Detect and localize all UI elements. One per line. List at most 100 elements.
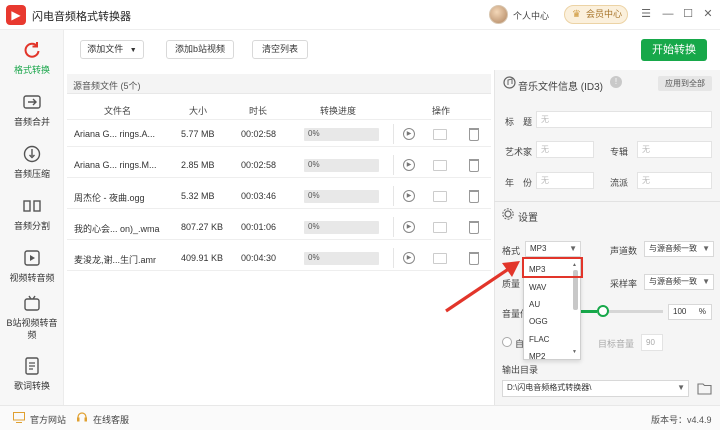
- folder-icon[interactable]: [433, 191, 447, 202]
- table-row[interactable]: Ariana G... rings.A... 5.77 MB 00:02:58 0% ▶: [67, 121, 491, 147]
- output-dir-select[interactable]: D:\闪电音频格式转换器\ ▼: [502, 380, 689, 397]
- file-size: 409.91 KB: [181, 253, 224, 263]
- vip-center-button[interactable]: ♛ 会员中心: [564, 5, 628, 24]
- file-list-title: 源音频文件 (5个): [73, 81, 141, 91]
- folder-icon[interactable]: [433, 160, 447, 171]
- play-icon[interactable]: ▶: [403, 221, 415, 233]
- gear-icon: [502, 208, 514, 220]
- maximize-icon[interactable]: ☐: [680, 6, 696, 22]
- volume-slider-handle[interactable]: [597, 305, 609, 317]
- sample-rate-select[interactable]: 与源音频一致 ▼: [644, 274, 714, 290]
- apply-all-button[interactable]: 应用到全部: [658, 76, 712, 91]
- sidebar-item-lyrics-convert[interactable]: 歌词转换: [0, 356, 64, 392]
- auto-volume-checkbox[interactable]: [502, 337, 512, 347]
- sidebar-item-label: 音频压缩: [13, 169, 50, 179]
- music-info-icon: [503, 76, 516, 89]
- column-duration: 时长: [249, 106, 268, 116]
- trash-icon[interactable]: [469, 159, 479, 172]
- year-field[interactable]: 无: [536, 172, 594, 189]
- output-dir-value: D:\闪电音频格式转换器\: [507, 383, 592, 392]
- volume-input[interactable]: 100 %: [668, 304, 712, 320]
- id3-header: 音乐文件信息 (ID3): [518, 82, 603, 93]
- file-size: 807.27 KB: [181, 222, 224, 232]
- sample-rate-select-value: 与源音频一致: [649, 277, 697, 286]
- column-divider: [393, 186, 394, 206]
- sidebar-item-audio-merge[interactable]: 音频合并: [0, 92, 64, 128]
- progress-bar: 0%: [304, 221, 379, 234]
- sample-rate-label: 采样率: [610, 279, 638, 289]
- info-icon[interactable]: !: [610, 76, 622, 88]
- lyrics-icon: [25, 357, 39, 375]
- play-icon[interactable]: ▶: [403, 128, 415, 140]
- file-name: Ariana G... rings.A...: [74, 129, 156, 139]
- file-duration: 00:02:58: [241, 129, 277, 139]
- sidebar-item-audio-split[interactable]: 音频分割: [0, 196, 64, 232]
- format-option-au[interactable]: AU: [529, 300, 540, 309]
- title-field[interactable]: 无: [536, 111, 712, 128]
- crown-icon: ♛: [572, 9, 581, 20]
- play-icon[interactable]: ▶: [403, 159, 415, 171]
- play-icon[interactable]: ▶: [403, 252, 415, 264]
- add-bilibili-video-button[interactable]: 添加b站视频: [166, 40, 234, 59]
- trash-icon[interactable]: [469, 221, 479, 234]
- file-size: 5.32 MB: [181, 191, 215, 201]
- table-row[interactable]: 我的心会... on)_.wma 807.27 KB 00:01:06 0% ▶: [67, 214, 491, 240]
- website-icon: [13, 412, 25, 423]
- format-option-ogg[interactable]: OGG: [529, 317, 548, 326]
- channels-select[interactable]: 与源音频一致 ▼: [644, 241, 714, 257]
- album-field[interactable]: 无: [637, 141, 712, 158]
- file-duration: 00:03:46: [241, 191, 277, 201]
- table-row[interactable]: 麦浚龙,谢...生门.amr 409.91 KB 00:04:30 0% ▶: [67, 245, 491, 271]
- year-label: 年 份: [505, 178, 533, 188]
- file-duration: 00:02:58: [241, 160, 277, 170]
- minimize-icon[interactable]: —: [660, 6, 676, 22]
- title-label: 标 题: [505, 117, 533, 127]
- user-center-link[interactable]: 个人中心: [513, 9, 549, 22]
- folder-icon[interactable]: [433, 129, 447, 140]
- file-name: 周杰伦 - 夜曲.ogg: [74, 193, 145, 203]
- app-title: 闪电音频格式转换器: [32, 11, 131, 23]
- progress-text: 0%: [308, 160, 320, 169]
- sidebar-item-label: 音频合并: [13, 117, 50, 127]
- progress-bar: 0%: [304, 128, 379, 141]
- start-convert-button[interactable]: 开始转换: [641, 39, 707, 61]
- target-volume-field[interactable]: 90: [641, 334, 663, 351]
- genre-field[interactable]: 无: [637, 172, 712, 189]
- format-option-mp2[interactable]: MP2: [529, 352, 545, 359]
- add-file-label: 添加文件: [87, 44, 124, 54]
- menu-icon[interactable]: ☰: [638, 6, 654, 22]
- folder-icon[interactable]: [433, 222, 447, 233]
- format-option-wav[interactable]: WAV: [529, 283, 546, 292]
- headset-icon: [77, 412, 87, 422]
- official-website-link[interactable]: 官方网站: [30, 413, 66, 426]
- trash-icon[interactable]: [469, 128, 479, 141]
- refresh-icon: [24, 42, 40, 58]
- column-filename: 文件名: [104, 106, 132, 116]
- file-duration: 00:04:30: [241, 253, 277, 263]
- format-select[interactable]: MP3 ▼: [525, 241, 581, 257]
- sidebar-item-format-convert[interactable]: 格式转换: [0, 40, 64, 76]
- format-option-flac[interactable]: FLAC: [529, 335, 549, 344]
- format-select-value: MP3: [530, 244, 547, 253]
- online-support-link[interactable]: 在线客服: [93, 413, 129, 426]
- sidebar-item-audio-compress[interactable]: 音频压缩: [0, 144, 64, 180]
- scroll-down-icon[interactable]: ▼: [572, 349, 577, 355]
- avatar[interactable]: [489, 5, 508, 24]
- artist-field[interactable]: 无: [536, 141, 594, 158]
- sidebar-item-bilibili-to-audio[interactable]: B站视频转音频: [0, 294, 64, 341]
- close-icon[interactable]: ✕: [700, 6, 716, 22]
- progress-text: 0%: [308, 253, 320, 262]
- clear-list-button[interactable]: 清空列表: [252, 40, 308, 59]
- highlight-box: [522, 257, 583, 278]
- play-icon[interactable]: ▶: [403, 190, 415, 202]
- file-name: 麦浚龙,谢...生门.amr: [74, 255, 157, 265]
- add-file-button[interactable]: 添加文件 ▼: [80, 40, 144, 59]
- chevron-down-icon: ▼: [702, 277, 710, 286]
- folder-icon[interactable]: [697, 382, 712, 395]
- sidebar-item-video-to-audio[interactable]: 视频转音频: [0, 248, 64, 284]
- table-row[interactable]: Ariana G... rings.M... 2.85 MB 00:02:58 0% ▶: [67, 152, 491, 178]
- split-icon: [23, 200, 41, 212]
- table-row[interactable]: 周杰伦 - 夜曲.ogg 5.32 MB 00:03:46 0% ▶: [67, 183, 491, 209]
- sidebar-item-label: B站视频转音频: [6, 318, 58, 340]
- trash-icon[interactable]: [469, 190, 479, 203]
